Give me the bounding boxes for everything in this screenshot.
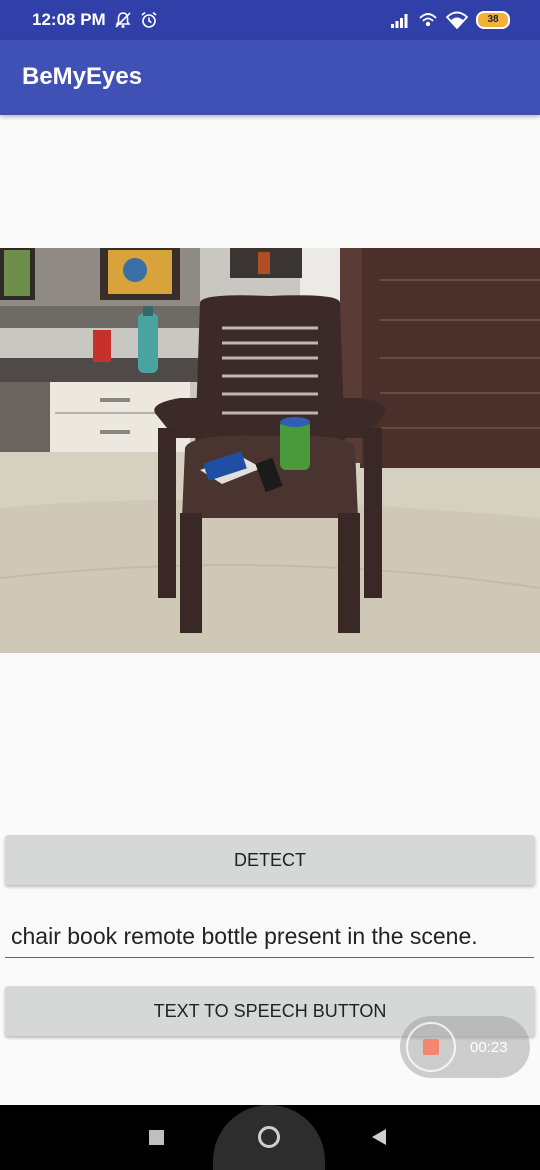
hotspot-icon [419,13,437,27]
recorder-stop-button[interactable] [406,1022,456,1072]
signal-icon [391,14,408,28]
mute-icon [115,12,131,28]
captured-photo [0,248,540,653]
alarm-icon [141,11,157,28]
status-time: 12:08 PM [32,10,106,29]
recorder-time: 00:23 [470,1038,508,1056]
app-title: BeMyEyes [22,63,143,90]
detect-button[interactable]: DETECT [5,835,535,885]
navigation-bar [0,1105,540,1170]
screen-recorder-overlay[interactable]: 00:23 [400,1016,530,1078]
home-icon[interactable] [258,1126,280,1148]
status-left: 12:08 PM [32,10,158,30]
back-icon[interactable] [370,1127,388,1147]
status-bar: 12:08 PM 38 [0,0,540,40]
stop-icon [423,1039,439,1055]
status-right: 38 [390,11,510,29]
wifi-icon [446,11,468,29]
app-bar: BeMyEyes [0,40,540,115]
chair-scene-image [0,248,540,653]
recents-icon[interactable] [149,1130,164,1145]
result-text-field[interactable]: chair book remote bottle present in the … [5,915,534,958]
battery-icon: 38 [476,11,510,29]
